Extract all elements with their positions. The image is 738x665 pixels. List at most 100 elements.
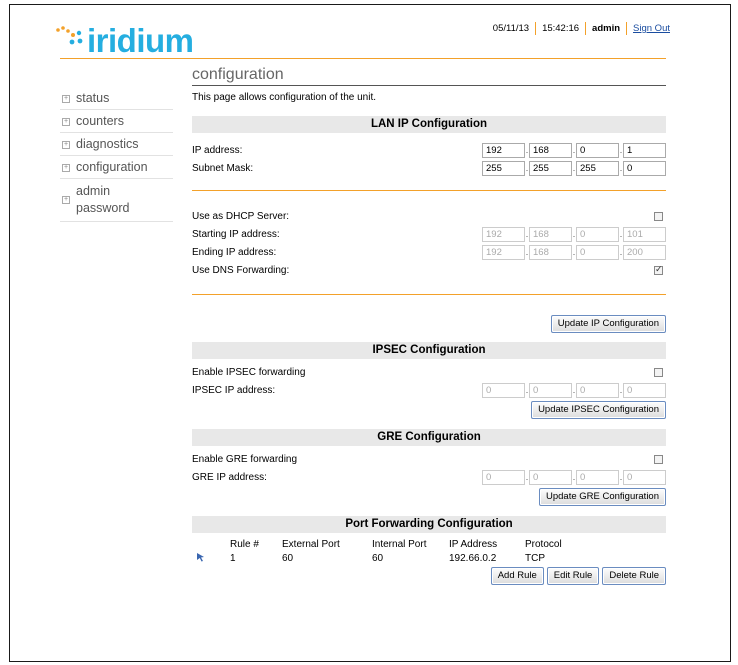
table-header-row: Rule # External Port Internal Port IP Ad… [192, 537, 666, 551]
gre-actions: Update GRE Configuration [192, 488, 666, 506]
octet-input[interactable] [623, 244, 666, 260]
octet-input[interactable] [623, 382, 666, 398]
field-label: Enable GRE forwarding [192, 453, 298, 465]
table-header: External Port [282, 538, 340, 550]
subnet-mask-input: . . . [482, 160, 666, 176]
start-ip-input: . . . [482, 226, 666, 242]
field-label: Use DNS Forwarding: [192, 264, 290, 276]
field-label: Enable IPSEC forwarding [192, 366, 306, 378]
expand-icon: + [62, 164, 70, 172]
update-ip-button[interactable]: Update IP Configuration [550, 315, 666, 333]
table-header: Rule # [230, 538, 259, 550]
page-intro: This page allows configuration of the un… [192, 92, 376, 103]
octet-input[interactable] [529, 142, 572, 158]
edit-rule-button[interactable]: Edit Rule [546, 567, 600, 585]
octet-input[interactable] [529, 226, 572, 242]
octet-input[interactable] [576, 382, 619, 398]
dns-row: Use DNS Forwarding: [192, 261, 666, 279]
octet-input[interactable] [623, 160, 666, 176]
protocol-cell: TCP [525, 552, 545, 564]
page-title: configuration [192, 64, 666, 86]
logo-dots-icon [56, 26, 83, 45]
sidebar-nav: + status + counters + diagnostics + conf… [60, 87, 173, 222]
ipsec-ip-input: . . . [482, 382, 666, 398]
expand-icon: + [62, 95, 70, 103]
sidebar-item-status[interactable]: + status [60, 87, 173, 110]
dns-forwarding-checkbox[interactable] [654, 264, 663, 275]
octet-input[interactable] [529, 244, 572, 260]
sidebar-item-label: admin password [76, 184, 130, 215]
date-text: 05/11/13 [492, 23, 530, 34]
octet-input[interactable] [576, 142, 619, 158]
section-divider [192, 190, 666, 191]
dhcp-checkbox[interactable] [654, 211, 663, 221]
table-header: IP Address [449, 538, 498, 550]
sidebar-item-configuration[interactable]: + configuration [60, 156, 173, 179]
octet-input[interactable] [482, 244, 525, 260]
update-gre-button[interactable]: Update GRE Configuration [538, 488, 666, 506]
add-rule-button[interactable]: Add Rule [490, 567, 544, 585]
header-rule [60, 58, 666, 59]
expand-icon: + [62, 118, 70, 126]
octet-input[interactable] [529, 382, 572, 398]
section-divider [192, 294, 666, 295]
octet-input[interactable] [623, 469, 666, 485]
sidebar-item-label: counters [76, 114, 124, 128]
sidebar-item-counters[interactable]: + counters [60, 110, 173, 133]
ip-address-cell: 192.66.0.2 [449, 552, 497, 564]
table-header: Protocol [525, 538, 562, 550]
user-name: admin [592, 23, 621, 34]
port-forwarding-actions: Add Rule Edit Rule Delete Rule [192, 567, 666, 585]
sidebar-item-label: diagnostics [76, 137, 139, 151]
brand-name: iridium [87, 22, 194, 59]
lan-ip-row: IP address: . . . [192, 141, 666, 159]
lan-section-title: LAN IP Configuration [192, 116, 666, 133]
update-ipsec-button[interactable]: Update IPSEC Configuration [531, 401, 666, 419]
table-row[interactable]: 1 60 60 192.66.0.2 TCP [192, 551, 666, 565]
gre-enable-row: Enable GRE forwarding [192, 450, 666, 468]
end-ip-row: Ending IP address: . . . [192, 243, 666, 261]
gre-section-title: GRE Configuration [192, 429, 666, 446]
delete-rule-button[interactable]: Delete Rule [602, 567, 666, 585]
ipsec-enable-row: Enable IPSEC forwarding [192, 363, 666, 381]
sign-out-link[interactable]: Sign Out [627, 23, 670, 34]
sidebar-item-diagnostics[interactable]: + diagnostics [60, 133, 173, 156]
ipsec-actions: Update IPSEC Configuration [192, 401, 666, 419]
sidebar-item-admin-password[interactable]: + admin password [60, 179, 173, 222]
end-ip-input: . . . [482, 244, 666, 260]
field-label: Use as DHCP Server: [192, 210, 290, 222]
table-header [192, 537, 230, 551]
select-row-icon[interactable] [196, 552, 206, 562]
field-label: IP address: [192, 144, 243, 156]
octet-input[interactable] [576, 469, 619, 485]
dhcp-row: Use as DHCP Server: [192, 207, 666, 225]
ipsec-checkbox[interactable] [654, 367, 663, 377]
lan-ip-input: . . . [482, 142, 666, 158]
gre-ip-input: . . . [482, 469, 666, 485]
expand-icon: + [62, 141, 70, 149]
octet-input[interactable] [482, 160, 525, 176]
table-header: Internal Port [372, 538, 427, 550]
field-label: Ending IP address: [192, 246, 277, 258]
time-text: 15:42:16 [542, 23, 580, 34]
octet-input[interactable] [529, 160, 572, 176]
octet-input[interactable] [576, 160, 619, 176]
octet-input[interactable] [482, 142, 525, 158]
octet-input[interactable] [576, 244, 619, 260]
octet-input[interactable] [529, 469, 572, 485]
ipsec-section-title: IPSEC Configuration [192, 342, 666, 359]
row-select-cell[interactable] [192, 551, 230, 565]
expand-icon: + [62, 196, 70, 204]
start-ip-row: Starting IP address: . . . [192, 225, 666, 243]
main-content: configuration This page allows configura… [192, 64, 666, 585]
session-bar: 05/11/13 15:42:16 admin Sign Out [487, 22, 670, 35]
octet-input[interactable] [482, 382, 525, 398]
field-label: GRE IP address: [192, 471, 267, 483]
octet-input[interactable] [482, 469, 525, 485]
field-label: Starting IP address: [192, 228, 280, 240]
octet-input[interactable] [623, 142, 666, 158]
octet-input[interactable] [576, 226, 619, 242]
octet-input[interactable] [482, 226, 525, 242]
gre-checkbox[interactable] [654, 454, 663, 464]
octet-input[interactable] [623, 226, 666, 242]
